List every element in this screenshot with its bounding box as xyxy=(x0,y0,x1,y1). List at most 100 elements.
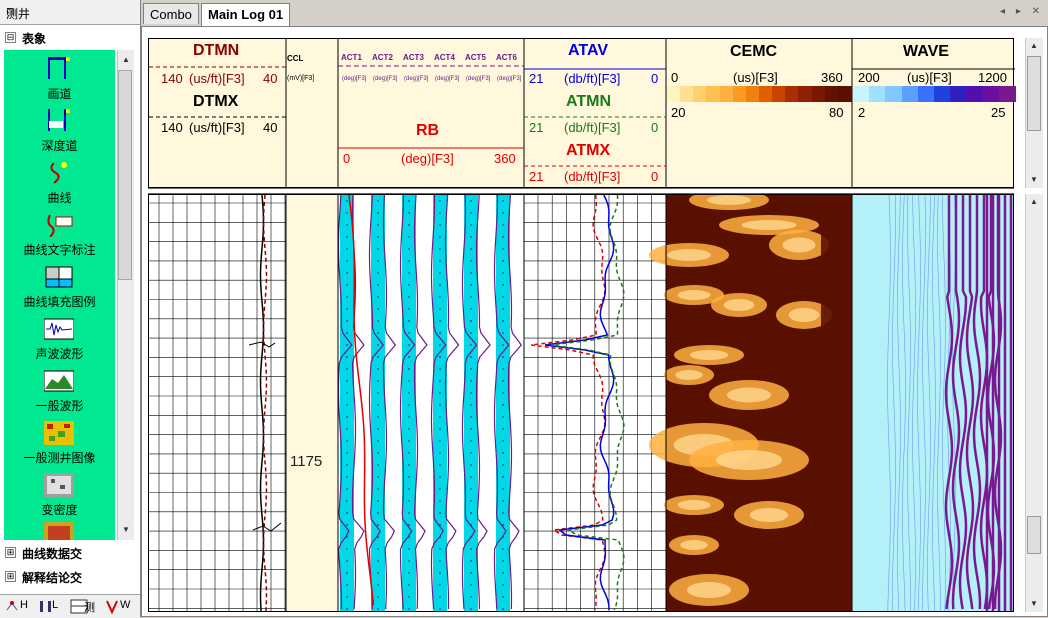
palette-item-partial[interactable] xyxy=(4,520,115,540)
rb-unit: (deg)[F3] xyxy=(401,151,454,166)
palette-item[interactable]: 深度道 xyxy=(4,107,115,159)
pin-icon[interactable]: ⊓ xyxy=(6,5,132,18)
rb-name[interactable]: RB xyxy=(416,122,439,140)
scroll-up-icon[interactable]: ▲ xyxy=(1026,194,1042,210)
act-dot xyxy=(346,344,348,346)
scroll-down-icon[interactable]: ▼ xyxy=(1026,596,1042,612)
scroll-up-icon[interactable]: ▲ xyxy=(118,52,134,68)
expand-icon[interactable]: ⊞ xyxy=(5,547,16,558)
act-dot xyxy=(377,596,379,598)
act-dot xyxy=(408,236,410,238)
cemc-core xyxy=(677,290,711,300)
act-dot xyxy=(377,296,379,298)
scroll-up-icon[interactable]: ▲ xyxy=(1026,38,1042,54)
cemc-core xyxy=(788,308,820,322)
act-dot xyxy=(408,440,410,442)
palette-item[interactable]: 曲线 xyxy=(4,159,115,211)
act-dot xyxy=(470,320,472,322)
act-dot xyxy=(408,416,410,418)
act-curve-name[interactable]: ACT4 xyxy=(434,53,455,62)
atmn-max: 0 xyxy=(651,120,659,135)
palette-item[interactable]: 画道 xyxy=(4,55,115,107)
palette-item-label: 曲线填充图例 xyxy=(23,295,96,309)
tab-combo[interactable]: Combo xyxy=(143,3,199,24)
act-dot xyxy=(346,440,348,442)
scale-swatch xyxy=(719,86,734,102)
expand-icon[interactable]: ⊞ xyxy=(5,571,16,582)
act-curve-name[interactable]: ACT5 xyxy=(465,53,486,62)
dtmn-name[interactable]: DTMN xyxy=(193,42,239,60)
wave-color-scale xyxy=(853,86,1016,102)
tab-h[interactable]: H xyxy=(4,598,34,615)
tab-main-log[interactable]: Main Log 01 xyxy=(201,3,291,26)
act-dot xyxy=(408,320,410,322)
act-dot xyxy=(470,368,472,370)
palette-item[interactable]: 一般波形 xyxy=(4,367,115,419)
act-dot xyxy=(470,572,472,574)
act-dot xyxy=(470,224,472,226)
wave-scale-max: 25 xyxy=(991,105,1006,120)
atmn-min: 21 xyxy=(529,120,544,135)
group-interpretation[interactable]: ⊞ 解释结论交 xyxy=(0,567,140,587)
atmx-name[interactable]: ATMX xyxy=(566,142,610,160)
ccl-name[interactable]: CCL xyxy=(287,54,303,63)
act-dot xyxy=(408,404,410,406)
act-dot xyxy=(470,296,472,298)
palette-item[interactable]: 曲线文字标注 xyxy=(4,211,115,263)
tab-log[interactable]: 测 xyxy=(68,598,98,615)
act-curve-name[interactable]: ACT2 xyxy=(372,53,393,62)
dtmx-name[interactable]: DTMX xyxy=(193,93,238,111)
palette-item[interactable]: 一般测井图像 xyxy=(4,419,115,471)
scale-swatch xyxy=(966,86,984,102)
atmx-unit: (db/ft)[F3] xyxy=(564,169,621,184)
cemc-right-dark xyxy=(821,195,852,611)
act-dot xyxy=(346,428,348,430)
tab-navigation[interactable]: ◂ ▸ ✕ xyxy=(1000,6,1044,17)
body-scroll-thumb[interactable] xyxy=(1027,516,1041,554)
act-dot xyxy=(408,200,410,202)
wave-name[interactable]: WAVE xyxy=(903,43,949,61)
cemc-color-scale xyxy=(667,86,852,102)
act-dot xyxy=(408,500,410,502)
palette-item[interactable]: 声波波形 xyxy=(4,315,115,367)
collapse-icon[interactable]: ⊟ xyxy=(5,32,16,43)
scroll-down-icon[interactable]: ▼ xyxy=(1026,172,1042,188)
body-scrollbar[interactable]: ▲ ▼ xyxy=(1025,194,1043,612)
group-curve-data[interactable]: ⊞ 曲线数据交 xyxy=(0,543,140,563)
act-dot xyxy=(377,272,379,274)
group-appearance[interactable]: ⊟ 表象 xyxy=(0,28,140,48)
act-dot xyxy=(408,332,410,334)
act-curve-name[interactable]: ACT1 xyxy=(341,53,362,62)
tab-l[interactable]: L xyxy=(36,598,66,615)
scroll-down-icon[interactable]: ▼ xyxy=(118,522,134,538)
act-dot xyxy=(502,416,504,418)
act-dot xyxy=(346,224,348,226)
atav-name[interactable]: ATAV xyxy=(568,42,608,60)
dtmx-min: 140 xyxy=(161,120,183,135)
act-dot xyxy=(346,404,348,406)
palette-scroll-thumb[interactable] xyxy=(118,70,132,280)
tab-w[interactable]: W xyxy=(104,598,134,615)
header-scroll-thumb[interactable] xyxy=(1027,56,1041,131)
act-dot xyxy=(346,212,348,214)
act-dot xyxy=(470,476,472,478)
act-dot xyxy=(346,464,348,466)
act-dot xyxy=(439,332,441,334)
act-curve-name[interactable]: ACT6 xyxy=(496,53,517,62)
act-dot xyxy=(470,260,472,262)
palette-item[interactable]: 变密度 xyxy=(4,471,115,523)
header-scrollbar[interactable]: ▲ ▼ xyxy=(1025,38,1043,188)
act-curve-unit: (deg)[F3] xyxy=(342,76,367,82)
scale-swatch xyxy=(772,86,787,102)
palette-item[interactable]: 曲线填充图例 xyxy=(4,263,115,315)
act-curve-name[interactable]: ACT3 xyxy=(403,53,424,62)
atav-max: 0 xyxy=(651,71,659,86)
act-dot xyxy=(470,452,472,454)
atmn-name[interactable]: ATMN xyxy=(566,93,611,111)
cemc-name[interactable]: CEMC xyxy=(730,43,777,61)
act-dot xyxy=(377,476,379,478)
cemc-core xyxy=(687,582,731,598)
act-dot xyxy=(439,428,441,430)
bottom-tab-label: H xyxy=(20,599,28,611)
cemc-core xyxy=(782,237,816,253)
